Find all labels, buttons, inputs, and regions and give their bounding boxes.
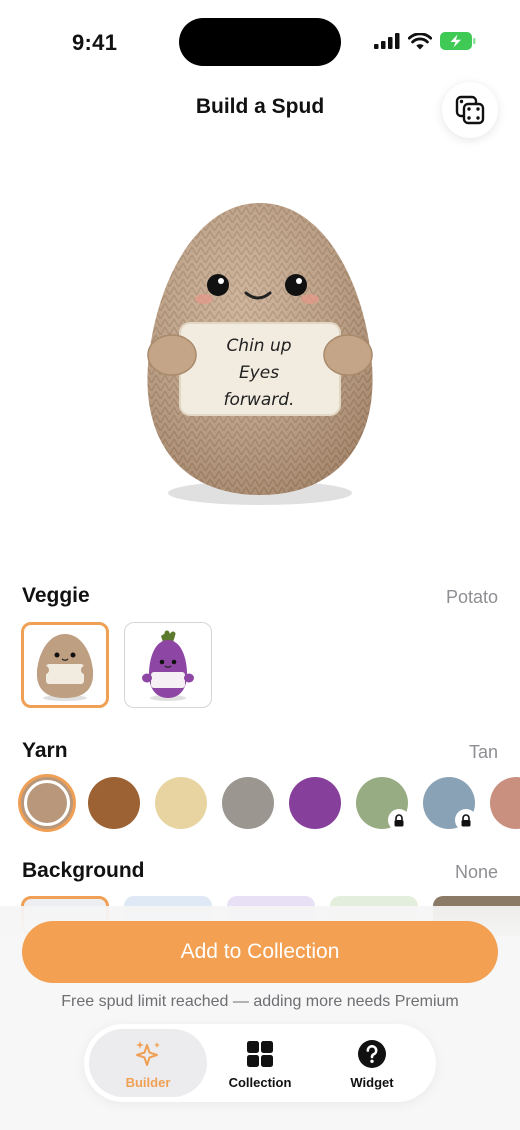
potato-thumbnail-icon [36, 634, 94, 701]
wifi-icon [408, 32, 432, 49]
grid-icon [247, 1041, 273, 1067]
yarn-label: Yarn [22, 739, 68, 762]
yarn-swatch-tan[interactable] [21, 777, 73, 829]
yarn-swatch-cream[interactable] [155, 777, 207, 829]
status-icons [374, 32, 476, 50]
veggie-option-potato[interactable] [21, 622, 109, 708]
background-label: Background [22, 859, 145, 882]
tab-widget-label: Widget [350, 1075, 394, 1090]
sparkles-icon [136, 1041, 160, 1066]
tab-builder[interactable]: Builder [89, 1029, 207, 1097]
status-bar: 9:41 [0, 0, 520, 80]
dice-icon [455, 95, 485, 125]
yarn-swatch-sage[interactable] [356, 777, 410, 831]
lock-icon [455, 809, 477, 831]
tab-bar: Builder Collection Widget [84, 1024, 436, 1102]
yarn-swatch-brown[interactable] [88, 777, 140, 829]
lock-icon [388, 809, 410, 831]
eggplant-thumbnail-icon [142, 630, 194, 701]
yarn-swatch-purple[interactable] [289, 777, 341, 829]
veggie-option-eggplant[interactable] [124, 622, 212, 708]
yarn-value: Tan [468, 742, 498, 762]
battery-charging-icon [440, 32, 476, 50]
tab-collection-label: Collection [228, 1075, 292, 1090]
yarn-swatch-blue[interactable] [423, 777, 477, 831]
sign-line-1: Chin up [226, 336, 291, 356]
veggie-label: Veggie [22, 584, 90, 607]
background-value: None [454, 862, 498, 882]
sign-line-3: forward. [224, 390, 295, 410]
spud-preview: Chin up Eyes forward. [120, 175, 400, 520]
dynamic-island [179, 18, 341, 66]
status-time: 9:41 [72, 30, 118, 55]
premium-limit-note: Free spud limit reached — adding more ne… [61, 993, 459, 1010]
question-circle-icon [358, 1040, 386, 1068]
sign-line-2: Eyes [239, 363, 279, 383]
cellular-signal-icon [374, 33, 400, 49]
potato-plush-image: Chin up Eyes forward. [147, 203, 373, 505]
tab-collection[interactable]: Collection [201, 1029, 319, 1097]
yarn-swatch-gray[interactable] [222, 777, 274, 829]
veggie-value: Potato [445, 587, 498, 607]
yarn-swatch-rose[interactable] [490, 777, 520, 829]
add-to-collection-button[interactable]: Add to Collection [22, 921, 498, 983]
randomize-button[interactable] [442, 82, 498, 138]
tab-widget[interactable]: Widget [313, 1029, 431, 1097]
tab-builder-label: Builder [125, 1075, 171, 1090]
